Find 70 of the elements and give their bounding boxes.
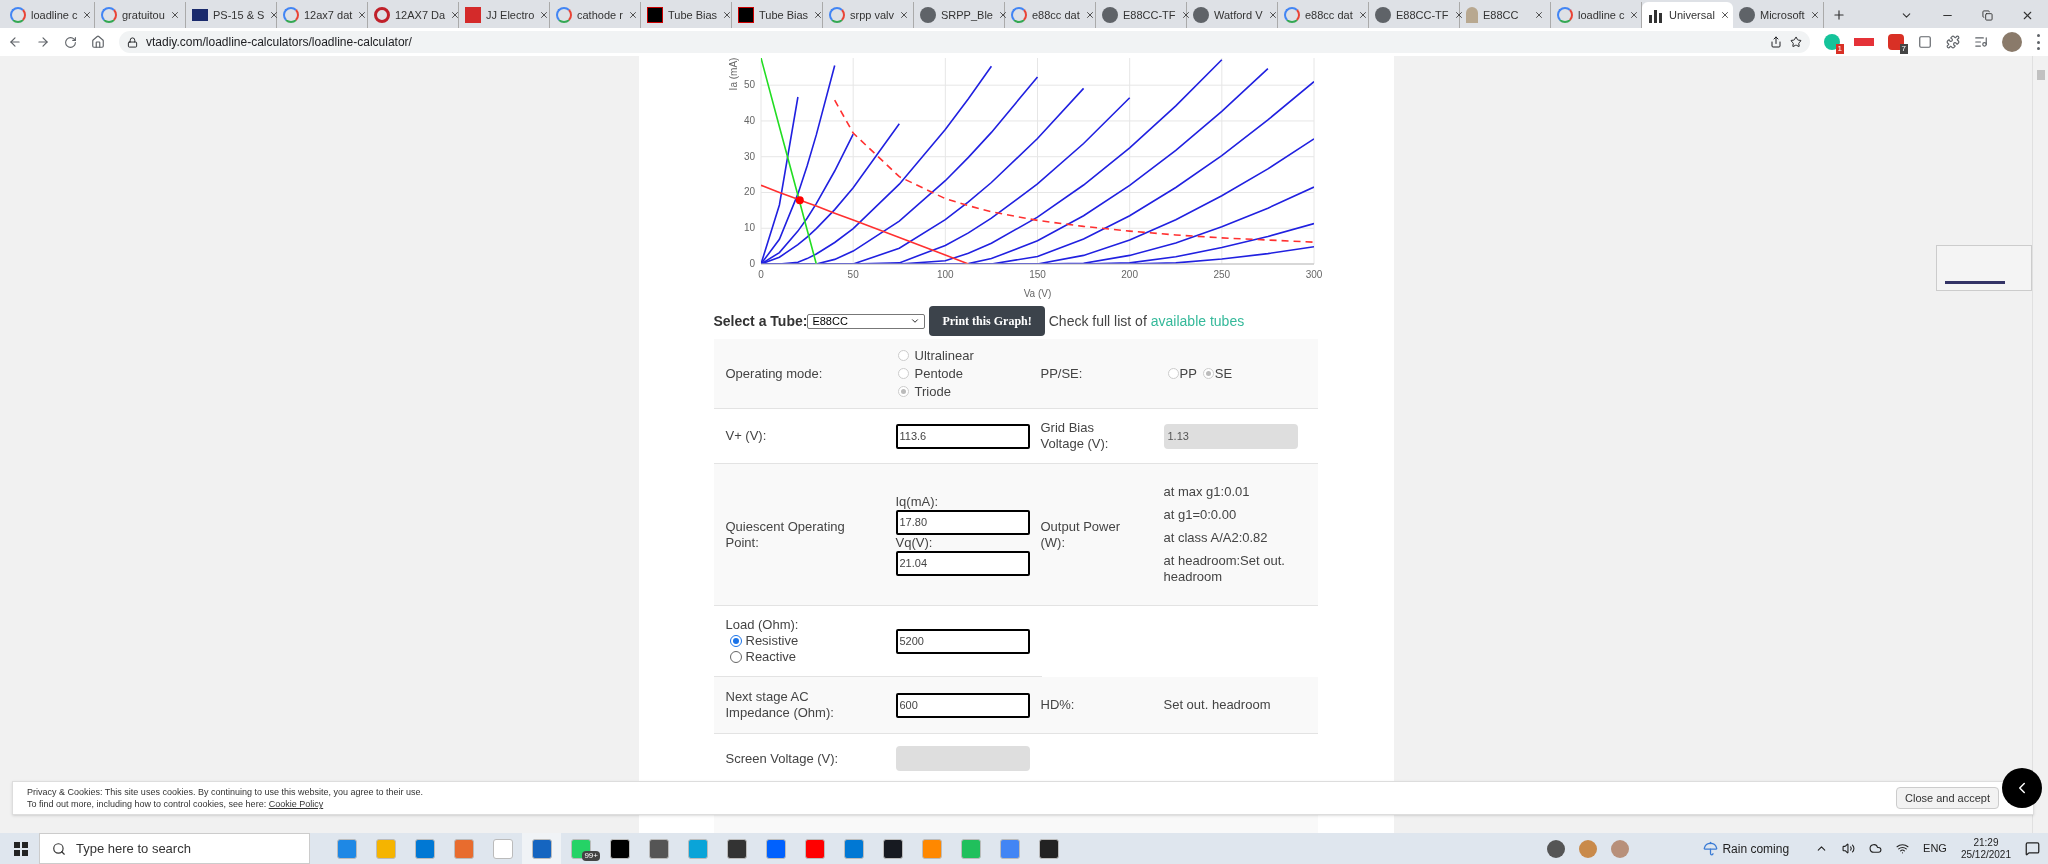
axis-tick-label: 300 [1305, 269, 1322, 280]
url-text: vtadiy.com/loadline-calculators/loadline-calculator/ [146, 34, 412, 51]
field-label: Quiescent Operating Point: [724, 518, 846, 551]
select-label: Select a Tube: [713, 311, 808, 331]
tab-title: E88CC-TF [1123, 7, 1176, 23]
field-label: Vq(V): [895, 534, 934, 551]
tab-title: Universal [1669, 7, 1715, 23]
axis-tick-label: 30 [743, 150, 755, 162]
x-axis-title: Va (V) [1023, 288, 1051, 299]
axis-tick-label: 40 [743, 114, 755, 126]
tab-title: JJ Electro [486, 7, 535, 23]
field-label: Iq(mA): [895, 493, 940, 510]
tab-title: Tube Bias [668, 7, 718, 23]
field-label: Operating mode: [724, 365, 824, 382]
power-reading: at class A/A2:0.82 [1163, 530, 1269, 546]
clock-time: 21:29 [1973, 836, 1999, 849]
cookie-text: To find out more, including how to control cookies, see here: Cookie Policy [27, 798, 325, 810]
tab-title: e88cc dat [1305, 7, 1353, 23]
extension-badge: 1 [1835, 44, 1844, 54]
axis-tick-label: 10 [743, 222, 755, 234]
power-reading: at max g1:0.01 [1163, 484, 1251, 500]
field-label: HD%: [1040, 697, 1076, 713]
tab-title: loadline c [31, 7, 78, 23]
tab-title: srpp valv [850, 7, 895, 23]
tab-title: E88CC-TF [1396, 7, 1449, 23]
tab-title: Tube Bias [759, 7, 809, 23]
search-placeholder: Type here to search [76, 839, 191, 858]
axis-tick-label: 150 [1028, 269, 1046, 280]
tab-title: 12AX7 Da [395, 7, 446, 23]
axis-tick-label: 100 [936, 269, 954, 280]
field-label: V+ (V): [724, 428, 768, 444]
tab-title: loadline c [1578, 7, 1625, 23]
radio-label: Ultralinear [914, 347, 974, 364]
extension-badge: 7 [1899, 44, 1908, 54]
axis-tick-label: 50 [847, 269, 859, 280]
tab-title: 12ax7 dat [304, 7, 353, 23]
y-axis-title: Ia (mA) [727, 57, 739, 91]
cookie-text: Privacy & Cookies: This site uses cookies. By continuing to use this website, you agree to their use. [27, 786, 424, 798]
power-reading: at g1=0:0.00 [1163, 507, 1238, 523]
axis-tick-label: 0 [757, 269, 764, 280]
axis-tick-label: 50 [743, 79, 755, 91]
field-label: Screen Voltage (V): [724, 750, 840, 767]
radio-label: Reactive [745, 649, 797, 665]
field-label: PP/SE: [1040, 365, 1084, 382]
power-reading: at headroom:Set out. headroom [1163, 553, 1286, 585]
tab-title: Microsoft [1760, 7, 1805, 23]
radio-label: Triode [914, 383, 951, 400]
axis-tick-label: 200 [1120, 269, 1138, 280]
axis-tick-label: 0 [748, 258, 755, 269]
radio-label: Resistive [745, 633, 799, 649]
field-label: Load (Ohm): [725, 617, 800, 633]
tab-title: E88CC [1483, 7, 1519, 23]
field-label: Output Power (W): [1040, 518, 1121, 551]
axis-tick-label: 20 [743, 186, 755, 198]
hd-value: Set out. headroom [1163, 697, 1272, 713]
radio-label: SE [1214, 365, 1233, 382]
radio-label: Pentode [914, 365, 963, 382]
clock-date: 25/12/2021 [1960, 848, 2011, 861]
field-label: Grid Bias Voltage (V): [1040, 420, 1110, 452]
axis-tick-label: 250 [1213, 269, 1230, 280]
tab-title: cathode r [577, 7, 623, 23]
radio-label: PP [1179, 365, 1197, 382]
field-label: Next stage AC Impedance (Ohm): [724, 689, 835, 721]
tab-title: e88cc dat [1032, 7, 1080, 23]
tab-title: Watford V [1214, 7, 1263, 23]
tab-title: PS-15 & S [213, 7, 265, 23]
tubes-note: Check full list of [1048, 311, 1147, 331]
notification-badge: 99+ [582, 851, 600, 861]
tab-title: gratuitou [122, 7, 165, 23]
tab-title: SRPP_Ble [941, 7, 993, 23]
